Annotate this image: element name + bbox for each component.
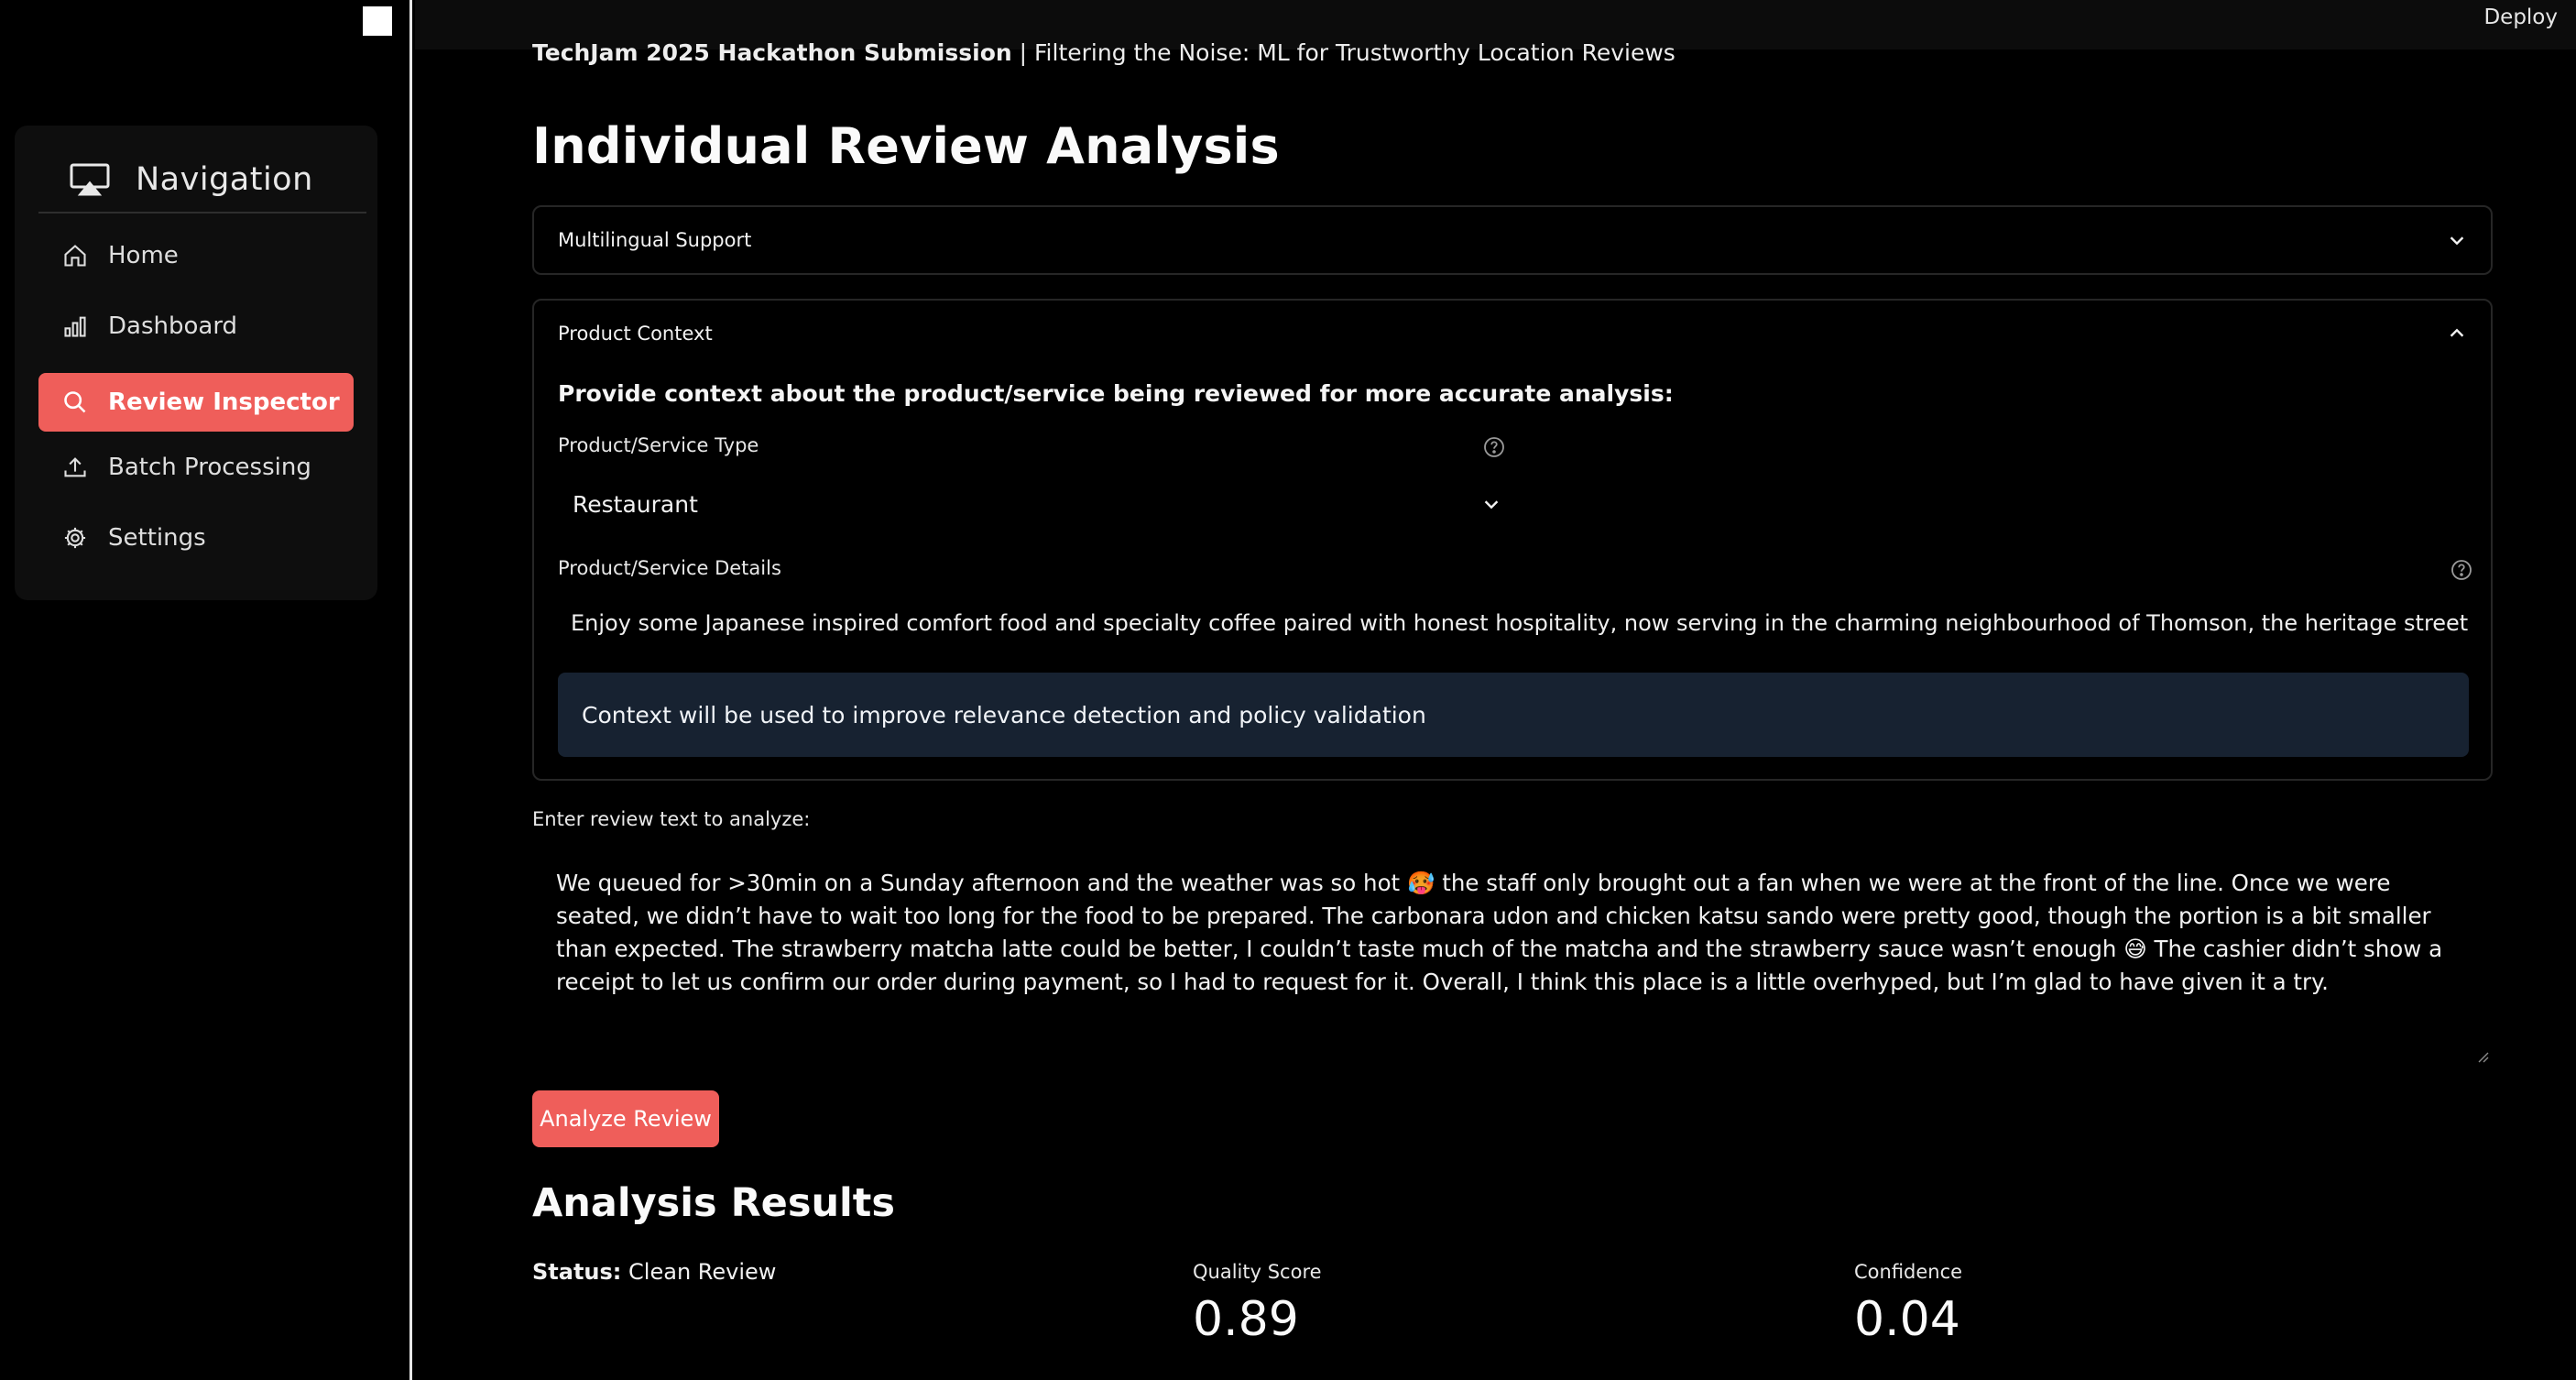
chevron-down-icon bbox=[2450, 236, 2464, 246]
context-info-box: Context will be used to improve relevanc… bbox=[558, 673, 2469, 757]
help-circle-icon[interactable] bbox=[2450, 559, 2472, 581]
analyze-review-button[interactable]: Analyze Review bbox=[532, 1090, 719, 1147]
product-details-label: Product/Service Details bbox=[558, 557, 781, 579]
product-type-select[interactable]: Restaurant bbox=[558, 476, 1520, 531]
status-value: Clean Review bbox=[628, 1259, 777, 1285]
caption-rest: | Filtering the Noise: ML for Trustworth… bbox=[1011, 39, 1675, 66]
quality-score-label: Quality Score bbox=[1193, 1261, 1322, 1283]
deploy-button[interactable]: Deploy bbox=[2483, 0, 2558, 35]
submission-caption: TechJam 2025 Hackathon Submission | Filt… bbox=[532, 37, 1675, 70]
sidebar-item-review-inspector[interactable]: Review Inspector bbox=[38, 373, 354, 432]
navigation-title: Navigation bbox=[136, 161, 313, 198]
airplay-icon bbox=[70, 163, 110, 196]
expander-label: Product Context bbox=[558, 323, 713, 345]
review-textarea[interactable]: We queued for >30min on a Sunday afterno… bbox=[532, 850, 2493, 1067]
sidebar-item-settings[interactable]: Settings bbox=[38, 509, 354, 567]
status-line: Status: Clean Review bbox=[532, 1259, 776, 1285]
sidebar-item-label: Home bbox=[108, 242, 179, 269]
app-root: Navigation Home Dashboard Review Inspect… bbox=[0, 0, 2576, 1380]
sidebar-item-batch-processing[interactable]: Batch Processing bbox=[38, 438, 354, 497]
resize-grip-icon[interactable] bbox=[2476, 1050, 2489, 1063]
product-details-input[interactable]: Enjoy some Japanese inspired comfort foo… bbox=[558, 596, 2469, 651]
navigation-header: Navigation bbox=[38, 148, 366, 214]
navigation-card: Navigation Home Dashboard Review Inspect… bbox=[15, 126, 377, 600]
sidebar-item-home[interactable]: Home bbox=[38, 226, 354, 285]
expander-label: Multilingual Support bbox=[558, 229, 752, 251]
sidebar-item-label: Dashboard bbox=[108, 312, 238, 340]
help-circle-icon[interactable] bbox=[1483, 436, 1505, 458]
sidebar-item-label: Review Inspector bbox=[108, 389, 340, 416]
results-title: Analysis Results bbox=[532, 1180, 895, 1226]
multilingual-support-expander: Multilingual Support bbox=[532, 205, 2493, 275]
sidebar: Navigation Home Dashboard Review Inspect… bbox=[0, 0, 412, 1380]
upload-icon bbox=[64, 457, 86, 477]
search-icon bbox=[64, 391, 86, 413]
bar-chart-icon bbox=[64, 316, 86, 337]
multilingual-support-header[interactable]: Multilingual Support bbox=[558, 207, 2467, 273]
chevron-up-icon bbox=[2450, 328, 2464, 337]
review-text: We queued for >30min on a Sunday afterno… bbox=[556, 870, 2443, 995]
chevron-down-icon bbox=[1484, 500, 1499, 509]
status-label: Status: bbox=[532, 1259, 622, 1285]
review-text-label: Enter review text to analyze: bbox=[532, 808, 811, 830]
context-intro: Provide context about the product/servic… bbox=[558, 380, 1674, 407]
gear-icon bbox=[64, 527, 86, 549]
sidebar-collapse-button[interactable] bbox=[363, 6, 392, 36]
sidebar-item-label: Settings bbox=[108, 524, 206, 552]
quality-score-value: 0.89 bbox=[1193, 1292, 1299, 1347]
product-type-value: Restaurant bbox=[573, 490, 698, 518]
confidence-value: 0.04 bbox=[1854, 1292, 1960, 1347]
home-icon bbox=[64, 245, 86, 267]
sidebar-item-dashboard[interactable]: Dashboard bbox=[38, 297, 354, 356]
page-title: Individual Review Analysis bbox=[532, 117, 1280, 175]
caption-bold: TechJam 2025 Hackathon Submission bbox=[532, 39, 1012, 66]
confidence-label: Confidence bbox=[1854, 1261, 1963, 1283]
sidebar-item-label: Batch Processing bbox=[108, 454, 311, 481]
product-type-label: Product/Service Type bbox=[558, 434, 759, 456]
product-context-header[interactable]: Product Context bbox=[558, 301, 2467, 367]
product-context-expander: Product Context Provide context about th… bbox=[532, 299, 2493, 781]
